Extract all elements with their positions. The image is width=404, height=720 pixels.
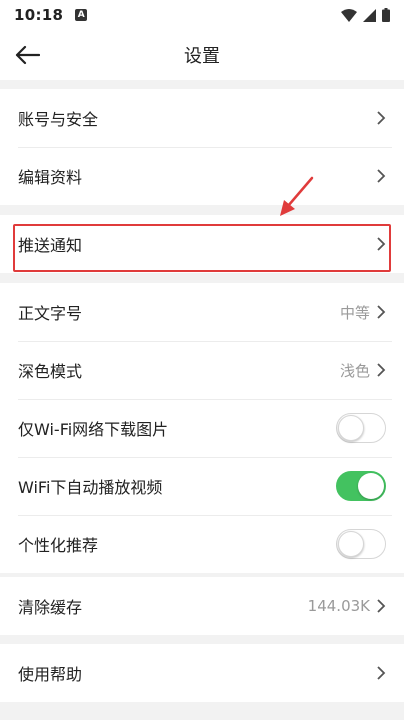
chevron-right-icon xyxy=(377,111,386,125)
annotation-arrow-icon xyxy=(280,176,314,216)
wifi-autoplay-toggle[interactable] xyxy=(336,471,386,501)
settings-screen: 10:18 A 设置 账号与安全 编辑资料 推送通知 正文字号 中等 深色模式 … xyxy=(0,0,404,720)
settings-item-help[interactable]: 使用帮助 xyxy=(0,644,404,702)
personalized-toggle[interactable] xyxy=(336,529,386,559)
signal-icon xyxy=(363,8,376,22)
status-icons xyxy=(341,8,390,22)
group-account: 账号与安全 编辑资料 xyxy=(0,89,404,205)
page-title: 设置 xyxy=(184,46,220,67)
battery-icon xyxy=(382,8,390,22)
group-cache: 清除缓存 144.03K xyxy=(0,577,404,635)
settings-item-value: 中等 xyxy=(339,303,370,322)
settings-item-label: 正文字号 xyxy=(18,304,83,323)
settings-item-account-security[interactable]: 账号与安全 xyxy=(0,89,404,147)
group-display: 正文字号 中等 深色模式 浅色 仅Wi-Fi网络下载图片 WiFi下自动播放视频 xyxy=(0,283,404,573)
settings-item-label: 个性化推荐 xyxy=(18,536,99,555)
back-button[interactable] xyxy=(12,42,42,68)
chevron-right-icon xyxy=(377,363,386,377)
settings-item-value: 浅色 xyxy=(339,361,370,380)
chevron-right-icon xyxy=(377,305,386,319)
chevron-right-icon xyxy=(377,169,386,183)
settings-item-dark-mode[interactable]: 深色模式 浅色 xyxy=(0,341,404,399)
settings-item-label: 账号与安全 xyxy=(18,110,99,129)
chevron-right-icon xyxy=(377,599,386,613)
settings-item-wifi-images: 仅Wi-Fi网络下载图片 xyxy=(0,399,404,457)
app-header: 设置 xyxy=(0,30,404,80)
status-time: 10:18 xyxy=(14,6,64,24)
settings-item-label: 清除缓存 xyxy=(18,598,83,617)
wifi-images-toggle[interactable] xyxy=(336,413,386,443)
wifi-icon xyxy=(341,8,357,22)
notification-a-icon: A xyxy=(75,9,88,21)
settings-item-label: 编辑资料 xyxy=(18,168,83,187)
settings-item-value: 144.03K xyxy=(307,597,370,615)
settings-item-edit-profile[interactable]: 编辑资料 xyxy=(0,147,404,205)
settings-item-wifi-autoplay: WiFi下自动播放视频 xyxy=(0,457,404,515)
settings-item-label: 使用帮助 xyxy=(18,665,83,684)
arrow-left-icon xyxy=(15,45,40,65)
group-help: 使用帮助 xyxy=(0,644,404,702)
settings-item-label: 深色模式 xyxy=(18,362,83,381)
settings-item-label: 仅Wi-Fi网络下载图片 xyxy=(18,420,169,439)
settings-item-label: WiFi下自动播放视频 xyxy=(18,478,163,497)
chevron-right-icon xyxy=(377,666,386,680)
settings-item-personalized: 个性化推荐 xyxy=(0,515,404,573)
highlight-box xyxy=(13,224,391,272)
settings-item-font-size[interactable]: 正文字号 中等 xyxy=(0,283,404,341)
status-bar: 10:18 A xyxy=(0,0,404,30)
settings-item-clear-cache[interactable]: 清除缓存 144.03K xyxy=(0,577,404,635)
